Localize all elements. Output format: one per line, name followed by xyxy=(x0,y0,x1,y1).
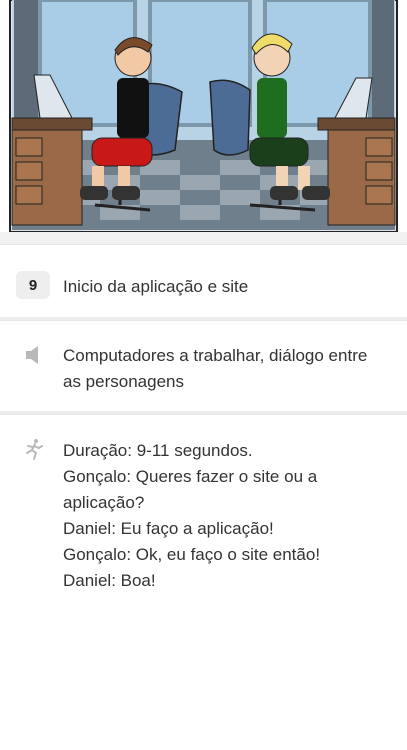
action-description: Duração: 9-11 segundos. Gonçalo: Queres … xyxy=(63,441,321,590)
sound-description: Computadores a trabalhar, diálogo entre … xyxy=(63,346,368,391)
section-gap xyxy=(0,232,407,244)
panel-title-row: 9 Inicio da aplicação e site xyxy=(0,244,407,319)
scene-illustration xyxy=(0,0,407,236)
action-row: Duração: 9-11 segundos. Gonçalo: Queres … xyxy=(0,414,407,750)
speaker-icon xyxy=(22,343,46,367)
panel-number-badge: 9 xyxy=(16,271,50,299)
panel-title: Inicio da aplicação e site xyxy=(63,277,249,296)
sound-row: Computadores a trabalhar, diálogo entre … xyxy=(0,320,407,413)
office-scene xyxy=(9,0,398,233)
running-figure-icon xyxy=(22,437,46,461)
